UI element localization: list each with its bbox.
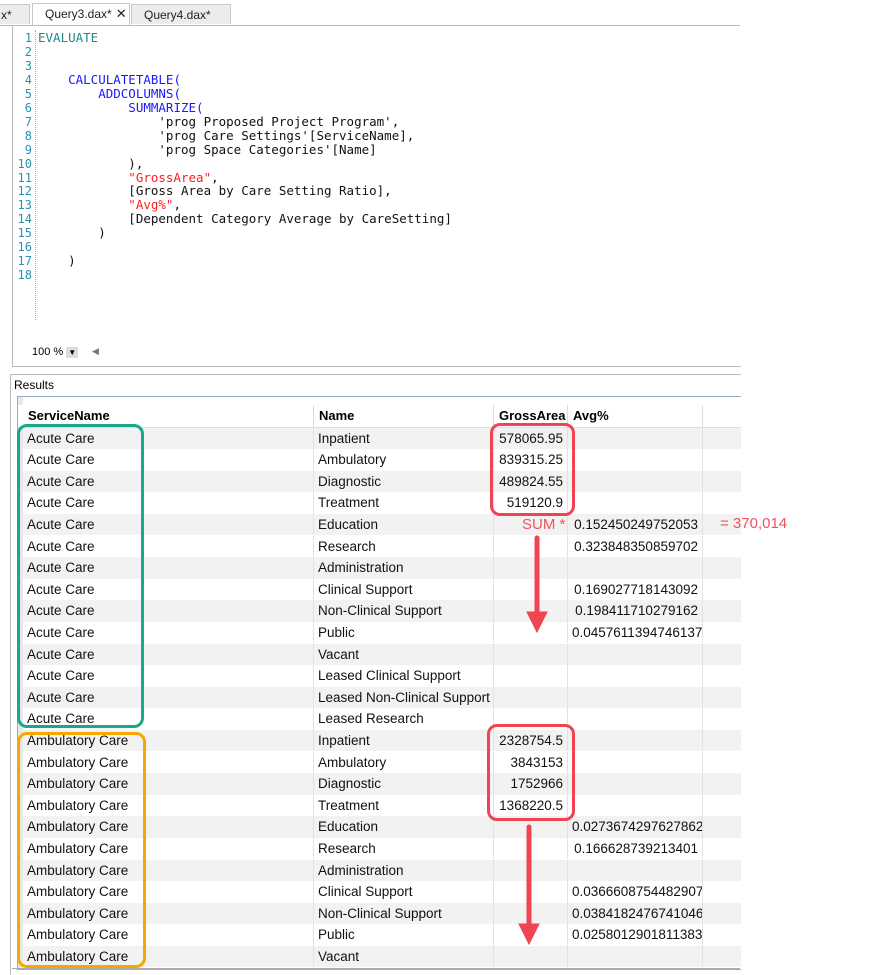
down-arrow-icon: [526, 535, 548, 634]
down-arrow-icon: [518, 824, 540, 946]
annotation-arrows: [518, 535, 548, 946]
